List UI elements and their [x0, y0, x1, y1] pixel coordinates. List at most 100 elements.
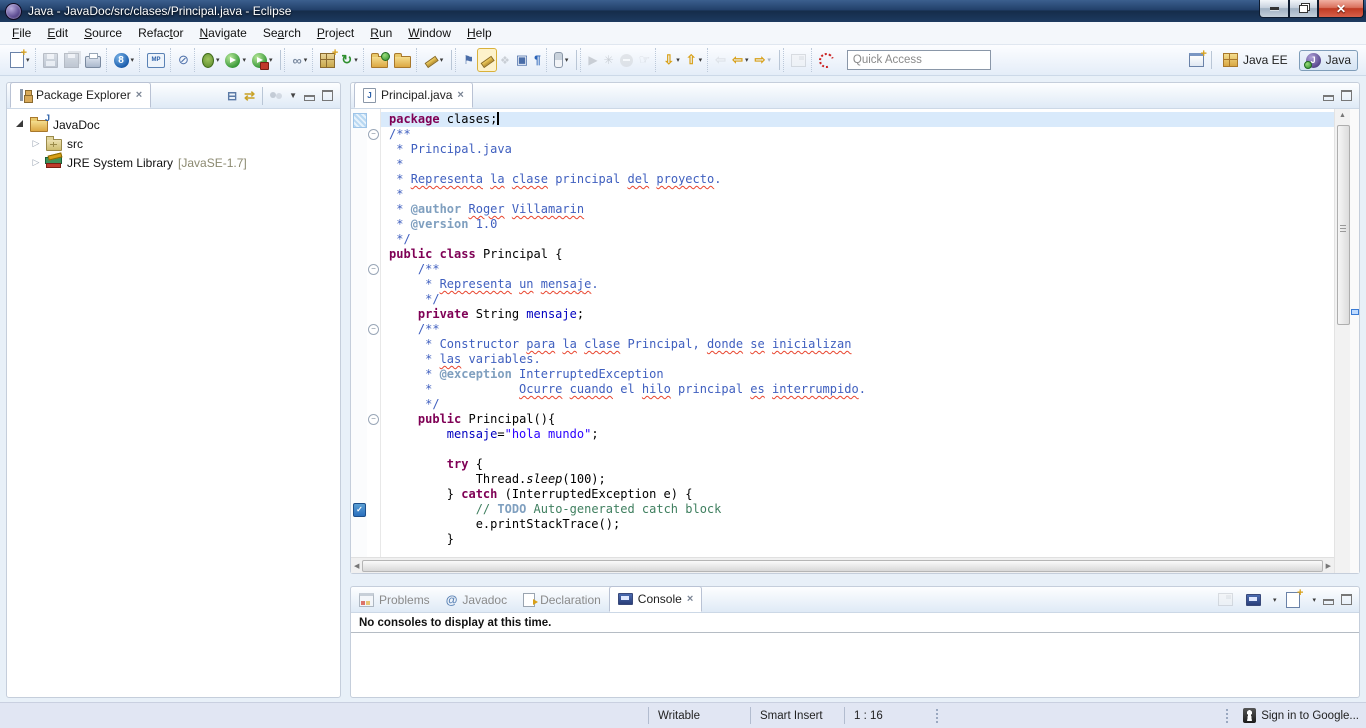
show-whitespace-button[interactable]: ¶ — [531, 49, 544, 71]
link-with-editor-button[interactable] — [788, 49, 809, 71]
minimize-view-button[interactable] — [1323, 599, 1334, 605]
maximize-view-button[interactable] — [1341, 594, 1352, 605]
import-folder-button[interactable] — [368, 49, 391, 71]
tab-javadoc[interactable]: @Javadoc — [438, 593, 515, 607]
code-line[interactable]: * Ocurre cuando el hilo principal es int… — [381, 382, 1334, 397]
tab-console[interactable]: Console× — [609, 586, 702, 612]
run-button[interactable]: ▾ — [222, 49, 249, 71]
save-button[interactable] — [40, 49, 61, 71]
code-line[interactable]: /** — [381, 262, 1334, 277]
code-line[interactable]: /** — [381, 322, 1334, 337]
tab-principal-java[interactable]: J Principal.java × — [354, 82, 473, 108]
code-line[interactable]: /** — [381, 127, 1334, 142]
fold-collapse-icon[interactable]: − — [368, 129, 379, 140]
menu-window[interactable]: Window — [400, 24, 459, 42]
code-line[interactable]: package clases; — [381, 112, 1334, 127]
scroll-left-icon[interactable]: ◀ — [354, 562, 359, 570]
dropdown-arrow-icon[interactable]: ▾ — [269, 56, 273, 64]
code-line[interactable]: * @author Roger Villamarin — [381, 202, 1334, 217]
dropdown-arrow-icon[interactable]: ▾ — [304, 56, 308, 64]
menu-navigate[interactable]: Navigate — [191, 24, 254, 42]
code-line[interactable] — [381, 442, 1334, 457]
menu-help[interactable]: Help — [459, 24, 500, 42]
tree-item-src[interactable]: ▷src — [9, 134, 340, 153]
fold-collapse-icon[interactable]: − — [368, 264, 379, 275]
dropdown-arrow-icon[interactable]: ▾ — [565, 56, 569, 64]
code-line[interactable]: * — [381, 187, 1334, 202]
minimize-view-button[interactable] — [304, 95, 315, 101]
code-line[interactable]: * — [381, 157, 1334, 172]
new-java-project-button[interactable] — [317, 49, 338, 71]
focus-on-task-button[interactable] — [270, 92, 282, 99]
code-line[interactable]: * Representa la clase principal del proy… — [381, 172, 1334, 187]
show-source-button[interactable]: ▣ — [513, 49, 531, 71]
fold-collapse-icon[interactable]: − — [368, 414, 379, 425]
code-line[interactable]: */ — [381, 397, 1334, 412]
code-line[interactable]: public class Principal { — [381, 247, 1334, 262]
mark-occurrences-button[interactable] — [477, 48, 497, 72]
fold-collapse-icon[interactable]: − — [368, 324, 379, 335]
collapsed-arrow-icon[interactable]: ▷ — [31, 138, 41, 149]
code-line[interactable]: public Principal(){ — [381, 412, 1334, 427]
dropdown-arrow-icon[interactable]: ▾ — [699, 56, 703, 64]
horizontal-scrollbar-thumb[interactable] — [362, 560, 1322, 572]
code-line[interactable]: try { — [381, 457, 1334, 472]
code-line[interactable]: } catch (InterruptedException e) { — [381, 487, 1334, 502]
close-tab-icon[interactable]: × — [457, 90, 463, 100]
view-menu-icon[interactable]: ▼ — [289, 91, 297, 100]
open-console-page-button[interactable] — [1215, 589, 1236, 611]
code-line[interactable]: * Principal.java — [381, 142, 1334, 157]
new-task-button[interactable]: ⚑ — [460, 49, 477, 71]
print-button[interactable] — [82, 49, 104, 71]
terminate-button[interactable] — [617, 49, 636, 71]
task-marker-icon[interactable]: ✓ — [353, 503, 366, 517]
close-tab-icon[interactable]: × — [687, 594, 693, 604]
code-line[interactable]: e.printStackTrace(); — [381, 517, 1334, 532]
dropdown-arrow-icon[interactable]: ▾ — [767, 56, 771, 64]
minimize-window-button[interactable] — [1259, 0, 1289, 18]
folding-ruler[interactable]: − − − − — [367, 109, 381, 557]
link-with-editor-button[interactable]: ⇄ — [244, 88, 255, 104]
open-perspective-button[interactable] — [1186, 49, 1207, 71]
tab-declaration[interactable]: Declaration — [515, 593, 609, 607]
quick-access-input[interactable] — [847, 50, 991, 70]
perspective-java[interactable]: JJava — [1299, 50, 1358, 71]
horizontal-scrollbar[interactable]: ◀ ▶ — [351, 557, 1334, 573]
dropdown-arrow-icon[interactable]: ▾ — [216, 56, 220, 64]
resume-button[interactable]: ▶ — [585, 49, 600, 71]
dropdown-arrow-icon[interactable]: ▾ — [131, 56, 135, 64]
menu-edit[interactable]: Edit — [39, 24, 76, 42]
dropdown-arrow-icon[interactable]: ▾ — [354, 56, 358, 64]
code-line[interactable]: * las variables. — [381, 352, 1334, 367]
coverage-button[interactable]: ∞▾ — [289, 49, 310, 71]
mp-tool-button[interactable]: MP — [144, 49, 168, 71]
code-line[interactable]: // TODO Auto-generated catch block — [381, 502, 1334, 517]
annotation-ruler[interactable]: ✓ — [351, 109, 367, 557]
next-annotation-button[interactable]: ⇩▾ — [660, 49, 682, 71]
dropdown-arrow-icon[interactable]: ▾ — [676, 56, 680, 64]
code-line[interactable]: private String mensaje; — [381, 307, 1334, 322]
code-line[interactable]: Thread.sleep(100); — [381, 472, 1334, 487]
code-line[interactable]: } — [381, 532, 1334, 547]
progress-indicator[interactable] — [816, 49, 837, 71]
vertical-scrollbar[interactable]: ▲ — [1334, 109, 1350, 573]
display-selected-console-button[interactable] — [1243, 589, 1264, 611]
signin-area[interactable]: Sign in to Google... — [1220, 708, 1366, 723]
code-line[interactable]: */ — [381, 292, 1334, 307]
dropdown-arrow-icon[interactable]: ▾ — [745, 56, 749, 64]
tree-item-javadoc[interactable]: JavaDoc — [9, 115, 340, 134]
menu-refactor[interactable]: Refactor — [130, 24, 191, 42]
dropdown-arrow-icon[interactable]: ▾ — [242, 56, 246, 64]
minimize-editor-button[interactable] — [1323, 95, 1334, 101]
code-line[interactable]: * Representa un mensaje. — [381, 277, 1334, 292]
code-line[interactable]: */ — [381, 232, 1334, 247]
new-wizard-button[interactable]: ▾ — [7, 49, 33, 71]
scroll-up-icon[interactable]: ▲ — [1339, 112, 1346, 119]
skip-all-breakpoints-button[interactable]: ⊘ — [175, 49, 192, 71]
external-annotations-button[interactable]: ▾ — [421, 49, 447, 71]
tab-package-explorer[interactable]: Package Explorer × — [10, 82, 151, 108]
task-overview-marker[interactable] — [1351, 309, 1359, 315]
run-external-tools-button[interactable]: ▾ — [249, 49, 276, 71]
web-browser-button[interactable]: 8▾ — [111, 49, 138, 71]
code-line[interactable]: * @exception InterruptedException — [381, 367, 1334, 382]
